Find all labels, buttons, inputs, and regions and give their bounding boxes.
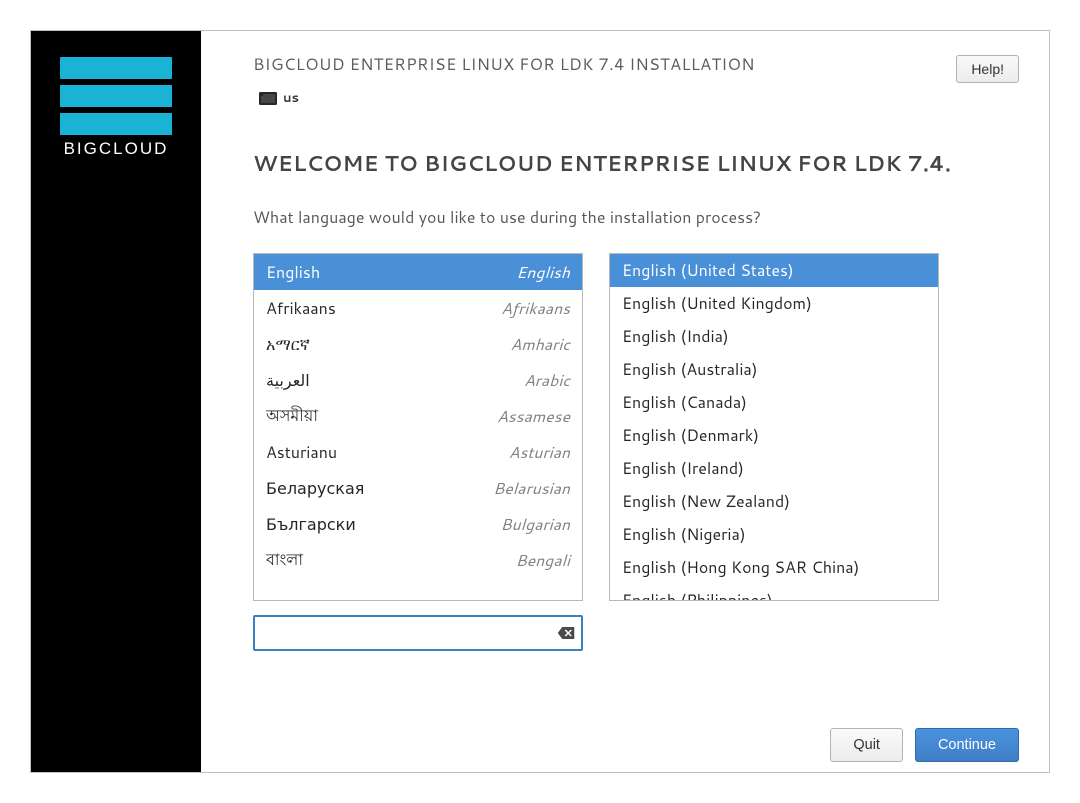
brand-name: BIGCLOUD (60, 139, 172, 159)
brand-logo: BIGCLOUD (60, 57, 172, 159)
language-english-label: Bulgarian (500, 513, 570, 536)
language-english-label: Belarusian (493, 477, 570, 500)
language-english-label: Asturian (509, 441, 570, 464)
language-english-label: Assamese (497, 405, 570, 428)
continue-button[interactable]: Continue (915, 728, 1019, 762)
language-english-label: Arabic (524, 369, 570, 392)
language-list[interactable]: English English Afrikaans Afrikaans አማርኛ Amha… (253, 253, 583, 601)
installer-title: BIGCLOUD ENTERPRISE LINUX FOR LDK 7.4 IN… (253, 53, 755, 76)
locale-row[interactable]: English (New Zealand) (610, 485, 938, 518)
language-row[interactable]: አማርኛ Amharic (254, 326, 582, 362)
sidebar: BIGCLOUD (31, 31, 201, 772)
locale-row[interactable]: English (Australia) (610, 353, 938, 386)
language-native-label: অসমীয়া (266, 403, 318, 430)
keyboard-layout-indicator[interactable]: us (253, 84, 325, 112)
language-english-label: Amharic (510, 333, 570, 356)
language-native-label: Afrikaans (266, 297, 336, 320)
main-content: BIGCLOUD ENTERPRISE LINUX FOR LDK 7.4 IN… (201, 31, 1049, 772)
locale-row[interactable]: English (Denmark) (610, 419, 938, 452)
locale-row[interactable]: English (Nigeria) (610, 518, 938, 551)
language-native-label: English (266, 261, 320, 284)
language-row[interactable]: Asturianu Asturian (254, 434, 582, 470)
locale-list[interactable]: English (United States)English (United K… (609, 253, 939, 601)
help-button[interactable]: Help! (956, 55, 1019, 83)
language-row[interactable]: English English (254, 254, 582, 290)
backspace-clear-icon[interactable] (557, 626, 575, 640)
locale-row[interactable]: English (Canada) (610, 386, 938, 419)
continue-button-label: Continue (938, 737, 996, 753)
language-row[interactable]: Беларуская Belarusian (254, 470, 582, 506)
language-row[interactable]: العربية Arabic (254, 362, 582, 398)
welcome-title: WELCOME TO BIGCLOUD ENTERPRISE LINUX FOR… (253, 148, 1019, 178)
locale-row[interactable]: English (United Kingdom) (610, 287, 938, 320)
locale-row[interactable]: English (Philippines) (610, 584, 938, 601)
language-row[interactable]: Afrikaans Afrikaans (254, 290, 582, 326)
language-english-label: Afrikaans (501, 297, 570, 320)
language-search-input[interactable] (253, 615, 583, 651)
locale-row[interactable]: English (Ireland) (610, 452, 938, 485)
language-native-label: አማርኛ (266, 333, 310, 356)
language-native-label: Беларуская (266, 477, 364, 500)
keyboard-icon (259, 92, 277, 105)
language-native-label: বাংলা (266, 547, 303, 574)
language-row[interactable]: Български Bulgarian (254, 506, 582, 542)
quit-button-label: Quit (853, 737, 880, 753)
language-native-label: Asturianu (266, 441, 337, 464)
language-english-label: English (516, 261, 570, 284)
language-row[interactable]: বাংলা Bengali (254, 542, 582, 578)
language-native-label: Български (266, 513, 356, 536)
keyboard-layout-label: us (283, 89, 299, 107)
help-button-label: Help! (971, 61, 1004, 77)
welcome-subtitle: What language would you like to use duri… (253, 206, 1019, 229)
locale-row[interactable]: English (India) (610, 320, 938, 353)
language-english-label: Bengali (515, 549, 570, 572)
locale-row[interactable]: English (Hong Kong SAR China) (610, 551, 938, 584)
language-row[interactable]: অসমীয়া Assamese (254, 398, 582, 434)
language-native-label: العربية (266, 369, 310, 392)
locale-row[interactable]: English (United States) (610, 254, 938, 287)
quit-button[interactable]: Quit (830, 728, 903, 762)
